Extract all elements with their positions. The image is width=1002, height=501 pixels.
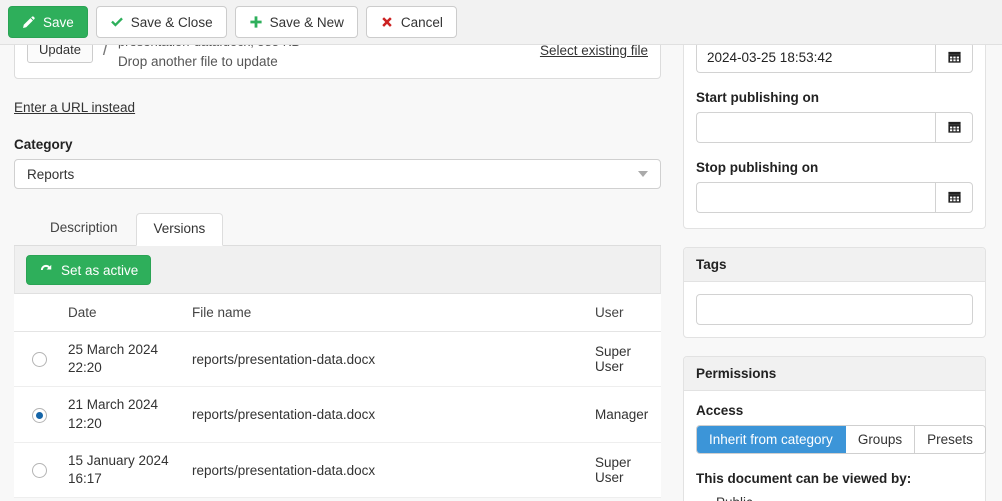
version-radio[interactable] [32,352,47,368]
versions-table: Date File name User 25 March 2024 22:20 [14,294,661,499]
access-inherit-from-category-button[interactable]: Inherit from category [697,426,846,453]
chevron-down-icon [638,171,648,177]
stop-publishing-input[interactable] [696,182,935,213]
access-presets-button[interactable]: Presets [915,426,985,453]
row-select-cell [14,386,60,443]
row-file-name: reports/presentation-data.docx [184,386,587,443]
access-mode-button-group: Inherit from category Groups Presets [696,425,986,454]
row-date: 15 January 2024 [68,452,169,468]
row-time: 22:20 [68,360,102,376]
tags-card-title: Tags [684,248,985,282]
document-edit-page: Save Save & Close Save & New Cancel Upda… [0,0,1002,501]
row-date-cell: 21 March 2024 12:20 [60,386,184,443]
table-row[interactable]: 15 January 2024 16:17 reports/presentati… [14,442,661,499]
file-upload-box[interactable]: Update / presentation-data.docx, 585 KB … [14,45,661,79]
table-row[interactable]: 21 March 2024 12:20 reports/presentation… [14,386,661,443]
version-radio[interactable] [32,407,47,423]
created-date-group [696,45,973,73]
save-button[interactable]: Save [8,6,88,38]
row-file-name: reports/presentation-data.docx [184,442,587,499]
tags-input[interactable] [696,294,973,325]
upload-texts: presentation-data.docx, 585 KB Drop anot… [118,45,300,72]
category-label: Category [14,137,73,152]
start-publishing-group [696,112,973,143]
table-row[interactable]: 25 March 2024 22:20 reports/presentation… [14,331,661,388]
cancel-button-label: Cancel [400,14,443,30]
set-as-active-label: Set as active [61,262,139,278]
viewed-by-label: This document can be viewed by: [696,471,912,486]
save-and-new-button[interactable]: Save & New [234,6,358,38]
access-label: Access [696,403,744,418]
set-as-active-button[interactable]: Set as active [26,255,152,285]
list-item: Public [716,492,973,501]
stop-publishing-label: Stop publishing on [696,160,819,175]
pencil-icon [22,15,36,29]
content-tabs: Description Versions [14,212,661,246]
calendar-icon [947,51,961,63]
save-and-new-label: Save & New [269,14,344,30]
cross-icon [380,15,394,29]
rotate-left-icon [39,263,53,277]
tags-card: Tags [683,247,986,338]
row-user: Super User [587,331,661,388]
check-icon [110,15,124,29]
version-radio[interactable] [32,463,47,479]
row-user: Super User [587,442,661,499]
select-existing-file-link[interactable]: Select existing file [540,45,648,58]
action-toolbar: Save Save & Close Save & New Cancel [0,0,1002,45]
row-select-cell [14,442,60,499]
publishing-card-body: Start publishing on [684,45,985,228]
save-and-close-label: Save & Close [130,14,213,30]
tab-versions[interactable]: Versions [135,213,224,246]
select-column-header [14,294,60,332]
stop-publishing-calendar-button[interactable] [935,182,973,213]
enter-url-link[interactable]: Enter a URL instead [14,100,135,115]
row-date-cell: 15 January 2024 16:17 [60,442,184,499]
page-body: Update / presentation-data.docx, 585 KB … [0,45,1002,501]
versions-toolbar: Set as active [14,246,661,294]
row-select-cell [14,331,60,388]
permissions-card-title: Permissions [684,357,985,391]
date-column-header: Date [60,294,184,332]
save-button-label: Save [43,14,74,30]
main-form-column: Update / presentation-data.docx, 585 KB … [0,45,675,501]
user-column-header: User [587,294,661,332]
plus-icon [249,15,263,29]
drop-file-hint: Drop another file to update [117,54,278,70]
cancel-button[interactable]: Cancel [365,6,457,38]
row-file-name: reports/presentation-data.docx [184,331,587,388]
row-user: Manager [587,386,661,443]
upload-separator: / [102,45,108,59]
versions-table-header-row: Date File name User [14,294,661,332]
publishing-card: Start publishing on [683,45,986,229]
current-file-name: presentation-data.docx, 585 KB [118,45,300,52]
category-select-value: Reports [27,166,75,182]
permissions-card-body: Access Inherit from category Groups Pres… [684,391,986,501]
row-date-cell: 25 March 2024 22:20 [60,331,184,388]
start-publishing-input[interactable] [696,112,935,143]
created-date-input[interactable] [696,45,935,73]
save-and-close-button[interactable]: Save & Close [95,6,227,38]
viewers-list: Public [696,492,973,501]
tags-card-body [684,282,985,337]
tab-description[interactable]: Description [32,212,136,245]
sidebar-column: Start publishing on [675,45,1002,501]
row-time: 16:17 [68,471,102,487]
access-groups-button[interactable]: Groups [845,426,916,453]
stop-publishing-group [696,182,973,213]
start-publishing-label: Start publishing on [696,90,819,105]
permissions-card: Permissions Access Inherit from category… [683,356,986,501]
row-date: 25 March 2024 [68,342,159,357]
calendar-icon [947,191,961,203]
file-name-column-header: File name [184,294,587,332]
created-date-calendar-button[interactable] [935,45,973,73]
update-file-button[interactable]: Update [27,45,93,63]
category-select[interactable]: Reports [14,159,661,189]
calendar-icon [947,121,961,133]
row-time: 12:20 [68,415,102,431]
row-date: 21 March 2024 [68,397,159,413]
start-publishing-calendar-button[interactable] [935,112,973,143]
